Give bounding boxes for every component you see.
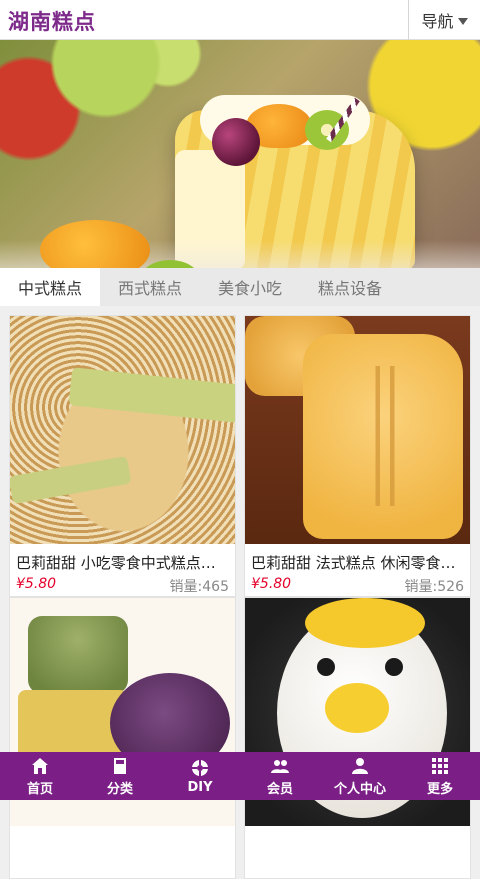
product-price: ¥5.80 [251, 576, 292, 592]
product-image [10, 316, 235, 544]
bottom-nav-label: 更多 [426, 781, 453, 797]
diy-icon [192, 759, 208, 776]
bottom-nav-label: 分类 [106, 781, 133, 797]
tab-pastry-equipment[interactable]: 糕点设备 [300, 268, 400, 306]
home-icon [32, 757, 48, 774]
bottom-nav-profile[interactable]: 个人中心 [320, 752, 400, 800]
product-sales: 销量:526 [404, 579, 464, 595]
product-card[interactable] [244, 597, 471, 879]
product-image-detail [385, 658, 403, 676]
caret-down-icon [457, 17, 468, 25]
product-price: ¥5.80 [16, 576, 57, 592]
tab-western-pastry[interactable]: 西式糕点 [100, 268, 200, 306]
bottom-nav-label: 会员 [266, 781, 293, 797]
product-image-detail [305, 598, 425, 648]
product-name: 巴莉甜甜 法式糕点 休闲零食蛋糕 [251, 554, 465, 572]
product-image-detail [28, 616, 128, 694]
nav-menu-button[interactable]: 导航 [408, 0, 480, 40]
banner-cherry [212, 118, 260, 166]
banner-peach-front [40, 220, 150, 268]
bottom-nav-members[interactable]: 会员 [240, 752, 320, 800]
category-icon [114, 757, 126, 774]
product-sales: 销量:465 [169, 579, 229, 595]
product-card[interactable]: 巴莉甜甜 小吃零食中式糕点手工酥 ¥5.80 销量:465 [9, 315, 236, 597]
product-image-detail [317, 658, 335, 676]
members-icon [271, 759, 289, 773]
bottom-nav-home[interactable]: 首页 [0, 752, 80, 800]
site-logo[interactable]: 湖南糕点 [8, 6, 96, 36]
product-image [245, 316, 470, 544]
category-tabs: 中式糕点 西式糕点 美食小吃 糕点设备 [0, 268, 480, 306]
product-image-detail [68, 367, 235, 423]
user-icon [352, 757, 368, 774]
product-card[interactable] [9, 597, 236, 879]
bottom-nav-more[interactable]: 更多 [400, 752, 480, 800]
tab-snacks[interactable]: 美食小吃 [200, 268, 300, 306]
product-card[interactable]: 巴莉甜甜 法式糕点 休闲零食蛋糕 ¥5.80 销量:526 [244, 315, 471, 597]
eiffel-tower-icon [345, 366, 425, 506]
bottom-nav-label: 首页 [26, 781, 53, 797]
bottom-nav-label: DIY [187, 779, 213, 795]
banner-carousel[interactable] [0, 40, 480, 268]
bottom-nav-diy[interactable]: DIY [160, 752, 240, 800]
bottom-nav: 首页 分类 DIY 会员 个人中心 更多 [0, 752, 480, 800]
product-image-detail [325, 683, 389, 733]
bottom-nav-label: 个人中心 [333, 781, 386, 797]
top-header: 湖南糕点 导航 [0, 0, 480, 40]
tab-chinese-pastry[interactable]: 中式糕点 [0, 268, 101, 306]
product-image-detail [10, 455, 132, 505]
bottom-nav-category[interactable]: 分类 [80, 752, 160, 800]
nav-menu-label: 导航 [421, 12, 454, 31]
grid-icon [432, 757, 448, 774]
product-name: 巴莉甜甜 小吃零食中式糕点手工酥 [16, 554, 230, 572]
